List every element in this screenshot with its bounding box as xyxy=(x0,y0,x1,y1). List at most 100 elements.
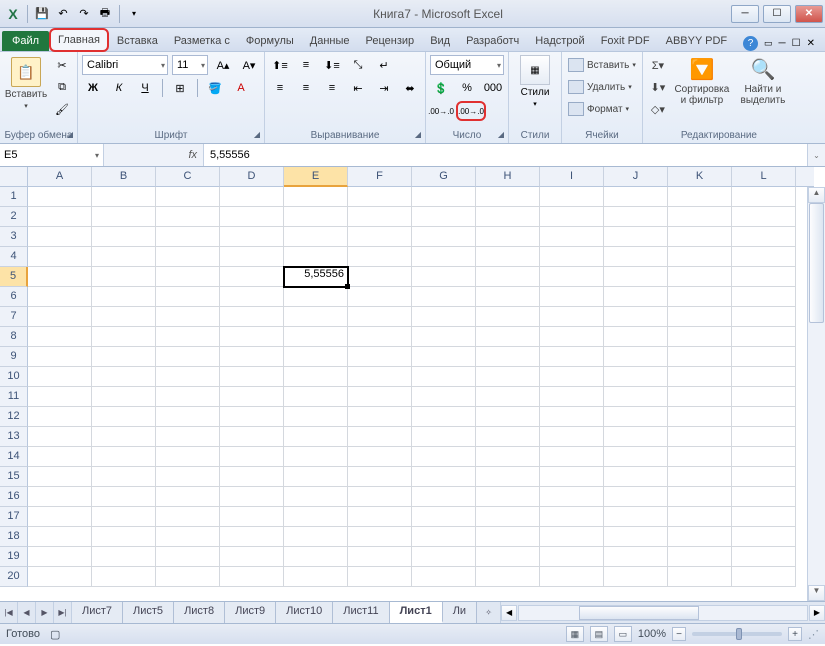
cell[interactable] xyxy=(604,347,668,367)
cell[interactable] xyxy=(28,467,92,487)
cell[interactable] xyxy=(476,547,540,567)
maximize-button[interactable]: ☐ xyxy=(763,5,791,23)
cut-button[interactable]: ✂ xyxy=(51,55,73,75)
row-header[interactable]: 7 xyxy=(0,307,28,327)
comma-format-button[interactable]: 000 xyxy=(482,78,504,98)
cell[interactable] xyxy=(92,547,156,567)
cell[interactable] xyxy=(732,487,796,507)
cell[interactable] xyxy=(732,367,796,387)
cell[interactable] xyxy=(476,507,540,527)
cell[interactable] xyxy=(476,427,540,447)
fill-color-button[interactable]: 🪣 xyxy=(204,78,226,98)
decrease-indent-button[interactable]: ⇤ xyxy=(347,78,369,98)
help-icon[interactable]: ? xyxy=(743,36,758,51)
macro-record-icon[interactable]: ▢ xyxy=(50,628,60,641)
cell[interactable] xyxy=(732,447,796,467)
cell[interactable] xyxy=(476,567,540,587)
cell[interactable] xyxy=(668,267,732,287)
sheet-tab[interactable]: Лист7 xyxy=(72,602,123,623)
cell[interactable] xyxy=(732,227,796,247)
cell[interactable] xyxy=(412,547,476,567)
cell[interactable] xyxy=(604,227,668,247)
row-header[interactable]: 16 xyxy=(0,487,28,507)
cells[interactable]: 5,55556 xyxy=(28,187,807,587)
cell[interactable] xyxy=(220,467,284,487)
align-top-button[interactable]: ⬆≡ xyxy=(269,55,291,75)
row-header[interactable]: 11 xyxy=(0,387,28,407)
cell[interactable] xyxy=(668,447,732,467)
cell[interactable] xyxy=(348,367,412,387)
sheet-first-button[interactable]: |◀ xyxy=(0,602,18,623)
cell[interactable] xyxy=(220,347,284,367)
cell[interactable] xyxy=(28,447,92,467)
cell[interactable] xyxy=(220,447,284,467)
zoom-in-button[interactable]: + xyxy=(788,627,802,641)
cell[interactable] xyxy=(540,347,604,367)
cell[interactable] xyxy=(220,207,284,227)
row-header[interactable]: 14 xyxy=(0,447,28,467)
row-header[interactable]: 13 xyxy=(0,427,28,447)
sheet-prev-button[interactable]: ◀ xyxy=(18,602,36,623)
cell[interactable] xyxy=(28,347,92,367)
cell[interactable] xyxy=(92,387,156,407)
cell[interactable] xyxy=(412,467,476,487)
scroll-left-button[interactable]: ◀ xyxy=(501,605,517,621)
cell[interactable] xyxy=(604,547,668,567)
cell[interactable] xyxy=(540,307,604,327)
vertical-scroll-thumb[interactable] xyxy=(809,203,824,323)
column-header[interactable]: J xyxy=(604,167,668,187)
scroll-right-button[interactable]: ▶ xyxy=(809,605,825,621)
cell[interactable] xyxy=(284,427,348,447)
column-header[interactable]: H xyxy=(476,167,540,187)
sheet-tab[interactable]: Лист10 xyxy=(276,602,333,623)
cell[interactable] xyxy=(156,547,220,567)
cell[interactable] xyxy=(412,447,476,467)
cell[interactable] xyxy=(540,287,604,307)
cell[interactable] xyxy=(732,427,796,447)
cell[interactable] xyxy=(28,327,92,347)
cell[interactable] xyxy=(284,367,348,387)
cell[interactable] xyxy=(348,527,412,547)
row-header[interactable]: 4 xyxy=(0,247,28,267)
cell[interactable] xyxy=(220,387,284,407)
cell[interactable] xyxy=(604,407,668,427)
cell[interactable] xyxy=(540,367,604,387)
cell[interactable] xyxy=(540,507,604,527)
cell[interactable] xyxy=(28,367,92,387)
doc-restore-icon[interactable]: ☐ xyxy=(792,38,801,49)
cell[interactable] xyxy=(156,267,220,287)
row-header[interactable]: 2 xyxy=(0,207,28,227)
cell[interactable] xyxy=(156,187,220,207)
accounting-format-button[interactable]: 💲 xyxy=(430,78,452,98)
cell[interactable] xyxy=(668,427,732,447)
column-header[interactable]: B xyxy=(92,167,156,187)
cell[interactable] xyxy=(412,247,476,267)
cell[interactable] xyxy=(540,247,604,267)
cell[interactable] xyxy=(604,567,668,587)
zoom-slider[interactable] xyxy=(692,632,782,636)
border-button[interactable]: ⊞ xyxy=(169,78,191,98)
cell[interactable] xyxy=(156,207,220,227)
sheet-tab[interactable]: Лист11 xyxy=(333,602,389,623)
cell[interactable] xyxy=(28,187,92,207)
cell[interactable] xyxy=(412,507,476,527)
cell[interactable] xyxy=(540,447,604,467)
dialog-launcher-icon[interactable]: ◢ xyxy=(498,130,504,139)
cell[interactable] xyxy=(284,387,348,407)
sheet-tab[interactable]: Лист9 xyxy=(225,602,276,623)
cell[interactable] xyxy=(156,427,220,447)
cell[interactable] xyxy=(156,367,220,387)
styles-button[interactable]: ▦ Стили ▾ xyxy=(513,55,557,108)
cell[interactable] xyxy=(28,227,92,247)
row-header[interactable]: 5 xyxy=(0,267,28,287)
cell[interactable] xyxy=(476,227,540,247)
row-header[interactable]: 17 xyxy=(0,507,28,527)
column-header[interactable]: K xyxy=(668,167,732,187)
cell[interactable] xyxy=(156,507,220,527)
font-name-combo[interactable]: Calibri xyxy=(82,55,168,75)
column-header[interactable]: I xyxy=(540,167,604,187)
cell[interactable] xyxy=(92,327,156,347)
cell[interactable] xyxy=(92,487,156,507)
column-header[interactable]: G xyxy=(412,167,476,187)
cell[interactable] xyxy=(284,187,348,207)
